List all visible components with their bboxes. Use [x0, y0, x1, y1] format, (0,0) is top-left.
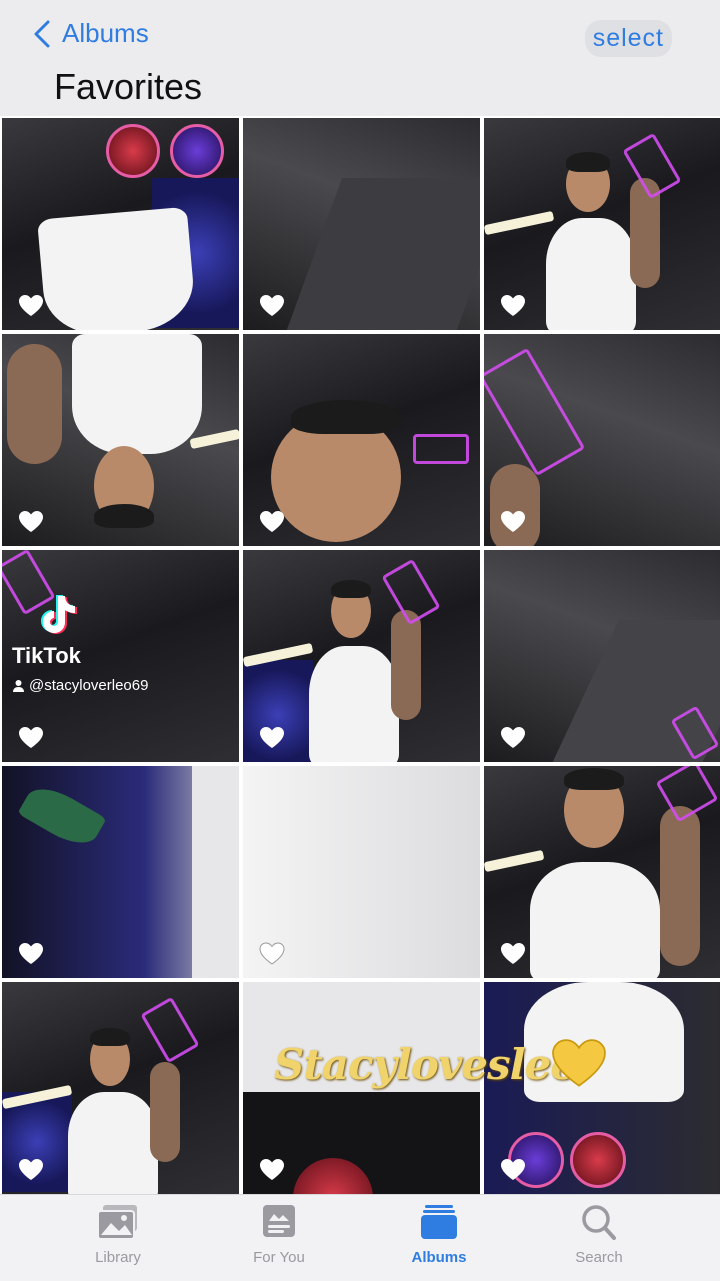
photo-detail: [37, 206, 197, 330]
heart-icon[interactable]: [18, 294, 44, 318]
photo-detail: [150, 1062, 180, 1162]
tab-bar: Library For You Albums Search: [0, 1194, 720, 1281]
photo-thumbnail[interactable]: [243, 118, 480, 330]
for-you-icon: [263, 1205, 295, 1237]
photo-thumbnail[interactable]: [2, 334, 239, 546]
photo-thumbnail[interactable]: [2, 766, 239, 978]
heart-icon[interactable]: [259, 942, 285, 966]
photo-detail: [72, 334, 202, 454]
heart-icon[interactable]: [18, 510, 44, 534]
heart-icon[interactable]: [18, 942, 44, 966]
photo-detail: [309, 646, 399, 762]
heart-icon[interactable]: [500, 510, 526, 534]
tiktok-username-text: @stacyloverleo69: [29, 677, 149, 694]
photo-thumbnail[interactable]: [484, 550, 720, 762]
photo-detail: [192, 766, 239, 978]
photo-grid: TikTok @stacyloverleo69: [0, 116, 720, 1194]
heart-icon[interactable]: [500, 294, 526, 318]
tab-search-label: Search: [575, 1249, 623, 1266]
photo-detail: [413, 434, 469, 464]
watermark-text: Stacylovesleo: [274, 1040, 578, 1089]
heart-icon[interactable]: [259, 294, 285, 318]
photo-thumbnail[interactable]: [484, 766, 720, 978]
tab-library-label: Library: [95, 1249, 141, 1266]
tiktok-username: @stacyloverleo69: [12, 677, 148, 694]
photo-detail: [90, 1028, 130, 1046]
photo-detail: [564, 768, 624, 790]
heart-icon[interactable]: [500, 1158, 526, 1182]
page-title: Favorites: [54, 66, 203, 107]
tab-for-you[interactable]: For You: [219, 1203, 339, 1266]
user-icon: [13, 680, 24, 692]
photo-thumbnail[interactable]: [243, 766, 480, 978]
reaction-orb: [570, 1132, 626, 1188]
albums-folder-icon: [421, 1205, 457, 1239]
reaction-orb: [170, 124, 224, 178]
photo-detail: [94, 504, 154, 528]
photo-thumbnail[interactable]: TikTok @stacyloverleo69: [2, 550, 239, 762]
heart-icon[interactable]: [500, 942, 526, 966]
photo-detail: [530, 862, 660, 978]
heart-icon[interactable]: [259, 510, 285, 534]
select-button[interactable]: select: [584, 20, 672, 57]
photo-thumbnail[interactable]: [2, 982, 239, 1194]
heart-icon[interactable]: [18, 726, 44, 750]
tab-search[interactable]: Search: [539, 1203, 659, 1266]
tiktok-brand-label: TikTok: [12, 643, 81, 668]
photo-thumbnail[interactable]: [484, 118, 720, 330]
photo-detail: [660, 806, 700, 966]
search-icon: [582, 1205, 616, 1240]
heart-icon[interactable]: [259, 1158, 285, 1182]
chevron-left-icon: [34, 20, 50, 47]
yellow-heart-icon: [552, 1039, 606, 1087]
photo-stack-icon: [97, 1205, 137, 1240]
back-button[interactable]: Albums: [30, 18, 149, 49]
tab-albums-label: Albums: [411, 1249, 467, 1266]
heart-icon[interactable]: [500, 726, 526, 750]
tiktok-watermark: TikTok @stacyloverleo69: [12, 590, 148, 694]
reaction-orb: [106, 124, 160, 178]
photo-detail: [566, 152, 610, 172]
tiktok-logo-icon: [41, 595, 77, 634]
photo-thumbnail[interactable]: [2, 118, 239, 330]
photo-thumbnail[interactable]: [243, 550, 480, 762]
photo-detail: [331, 580, 371, 598]
photo-thumbnail[interactable]: [484, 334, 720, 546]
photo-detail: [546, 218, 636, 330]
photo-detail: [291, 400, 401, 434]
nav-header: Albums select Favorites: [0, 0, 720, 116]
heart-icon[interactable]: [18, 1158, 44, 1182]
heart-icon[interactable]: [259, 726, 285, 750]
tab-library[interactable]: Library: [58, 1203, 178, 1266]
back-label: Albums: [62, 18, 149, 48]
tab-for-you-label: For You: [253, 1249, 305, 1266]
photo-detail: [391, 610, 421, 720]
photo-detail: [68, 1092, 158, 1194]
photo-detail: [7, 344, 62, 464]
photo-thumbnail[interactable]: [243, 334, 480, 546]
tab-albums[interactable]: Albums: [379, 1203, 499, 1266]
